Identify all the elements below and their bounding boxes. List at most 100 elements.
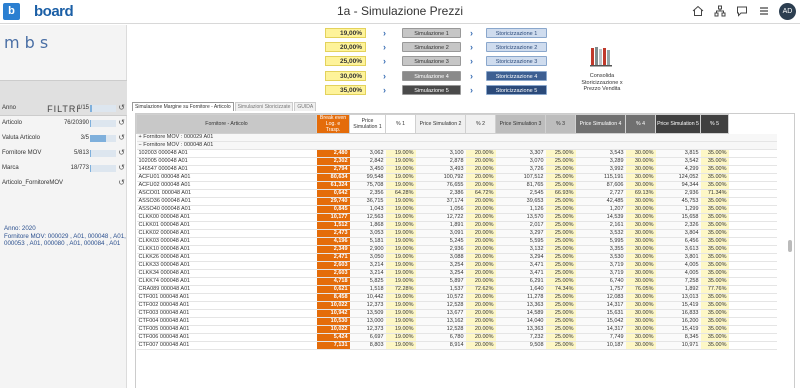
filter-reset-icon[interactable]: ↺: [118, 178, 125, 187]
simulazione-2-button[interactable]: Simulazione 2: [402, 42, 461, 52]
pct-input-2[interactable]: 20,00%: [325, 42, 366, 52]
col-header-price-sim-3[interactable]: Price Simulation 3: [495, 114, 546, 134]
table-row[interactable]: CTF007 000048 A01 7,131 8,803 19.00% 8,914 20…: [136, 341, 777, 350]
table-row[interactable]: CRA089 000048 A01 0,621 1,518 72.28% 1,537 72…: [136, 285, 777, 294]
books-icon[interactable]: [590, 45, 612, 67]
table-row[interactable]: CLKK34 000048 A01 2,603 3,214 19.00% 3,254 20…: [136, 269, 777, 278]
tab-simulazioni-storicizzate[interactable]: Simulazioni Storicizzate: [234, 102, 294, 111]
table-row[interactable]: CLKK03 000048 A01 4,196 5,181 19.00% 5,245 20…: [136, 237, 777, 246]
table-row[interactable]: CLKK26 000048 A01 2,471 3,050 19.00% 3,088 20…: [136, 253, 777, 262]
menu-icon[interactable]: [757, 5, 771, 19]
col-header-pct-2[interactable]: % 2: [465, 114, 496, 134]
col-header-pct-5[interactable]: % 5: [700, 114, 729, 134]
tab-guida[interactable]: GUIDA: [294, 102, 317, 111]
filter-valuta-articolo[interactable]: Valuta Articolo 3/5 ↺: [2, 133, 126, 145]
simulazione-1-button[interactable]: Simulazione 1: [402, 28, 461, 38]
table-row[interactable]: CTF001 000048 A01 8,458 10,442 19.00% 10,572…: [136, 293, 777, 302]
simulazione-3-button[interactable]: Simulazione 3: [402, 56, 461, 66]
table-row[interactable]: CLKK00 000048 A01 10,177 12,563 19.00% 12,72…: [136, 213, 777, 222]
col-header-price-sim-4[interactable]: Price Simulation 4: [575, 114, 626, 134]
table-row[interactable]: CTF003 000048 A01 10,942 13,509 19.00% 13,67…: [136, 309, 777, 318]
table-row[interactable]: 102005 000048 A01 2,302 2,842 19.00% 2,878 20…: [136, 157, 777, 166]
table-row[interactable]: CTF006 000048 A01 5,424 6,697 19.00% 6,780 20…: [136, 333, 777, 342]
pct-input-3[interactable]: 25,00%: [325, 56, 366, 66]
table-row[interactable]: CLKK01 000048 A01 1,512 1,868 19.00% 1,891 20…: [136, 221, 777, 230]
row-spacer: [728, 229, 777, 238]
storicizzazione-5-button[interactable]: Storicizzazione 5: [486, 85, 547, 95]
col-header-pct-1[interactable]: % 1: [385, 114, 416, 134]
table-row[interactable]: ACFU01 000048 A01 80,634 99,548 19.00% 100,7…: [136, 173, 777, 182]
simulazione-5-button[interactable]: Simulazione 5: [402, 85, 461, 95]
table-row[interactable]: CTF002 000048 A01 10,022 12,373 19.00% 12,52…: [136, 301, 777, 310]
group-row[interactable]: + Fornitore MOV : 000029 A01: [136, 133, 777, 142]
storicizzazione-1-button[interactable]: Storicizzazione 1: [486, 28, 547, 38]
table-row[interactable]: CLKK10 000048 A01 2,349 2,900 19.00% 2,936 20…: [136, 245, 777, 254]
filter-fornitore-mov[interactable]: Fornitore MOV 5/813 ↺: [2, 148, 126, 160]
table-row[interactable]: ASCO01 000048 A01 0,642 2,356 64.28% 2,386 64…: [136, 189, 777, 198]
filter-reset-icon[interactable]: ↺: [118, 118, 125, 127]
filter-name: Articolo: [2, 120, 23, 126]
price-sim-4: 3,719: [575, 261, 626, 270]
tab-simulazione-margine[interactable]: Simulazione Margine su Fornitore - Artic…: [132, 102, 234, 111]
row-label: CLKK34 000048 A01: [136, 269, 317, 278]
table-row[interactable]: CLKK33 000048 A01 2,603 3,214 19.00% 3,254 20…: [136, 261, 777, 270]
pct-2: 20.00%: [465, 333, 496, 342]
col-header-pct-4[interactable]: % 4: [625, 114, 656, 134]
filter-articolo[interactable]: Articolo 76/20390 ↺: [2, 118, 126, 130]
home-icon[interactable]: [691, 5, 705, 19]
chat-icon[interactable]: [735, 5, 749, 19]
pct-input-1[interactable]: 19,00%: [325, 28, 366, 38]
table-row[interactable]: ASSO36 000048 A01 29,740 36,715 19.00% 37,17…: [136, 197, 777, 206]
col-header-price-sim-2[interactable]: Price Simulation 2: [415, 114, 466, 134]
pct-1: 19.00%: [385, 317, 416, 326]
col-header-break-even[interactable]: Break even Log. e Trasp.: [316, 114, 350, 134]
filter-reset-icon[interactable]: ↺: [118, 103, 125, 112]
filter-reset-icon[interactable]: ↺: [118, 163, 125, 172]
board-logo-icon[interactable]: b: [3, 3, 20, 20]
avatar[interactable]: AD: [779, 3, 796, 20]
pct-4: 30.00%: [625, 317, 656, 326]
price-sim-2: 3,088: [415, 253, 466, 262]
chevron-right-icon: ›: [470, 71, 473, 81]
chevron-right-icon: ›: [383, 71, 386, 81]
table-row[interactable]: CLKK02 000048 A01 2,473 3,053 19.00% 3,091 20…: [136, 229, 777, 238]
pct-1: 19.00%: [385, 237, 416, 246]
filter-articolo-fornitoremov[interactable]: Articolo_FornitoreMOV ↺: [2, 178, 126, 190]
filter-anno[interactable]: Anno 1/15 ↺: [2, 103, 126, 115]
storicizzazione-2-button[interactable]: Storicizzazione 2: [486, 42, 547, 52]
row-spacer: [728, 285, 777, 294]
group-row[interactable]: − Fornitore MOV : 000048 A01: [136, 141, 777, 150]
col-header-pct-3[interactable]: % 3: [545, 114, 576, 134]
row-label: CLKK26 000048 A01: [136, 253, 317, 262]
table-row[interactable]: CTF005 000048 A01 10,022 12,373 19.00% 12,52…: [136, 325, 777, 334]
tree-icon[interactable]: [713, 5, 727, 19]
table-scrollbar[interactable]: [788, 240, 792, 252]
row-spacer: [728, 149, 777, 158]
storicizzazione-4-button[interactable]: Storicizzazione 4: [486, 71, 547, 81]
table-row[interactable]: ASSO40 000048 A01 0,845 1,043 19.00% 1,056 20…: [136, 205, 777, 214]
price-sim-2: 10,572: [415, 293, 466, 302]
price-sim-2: 100,792: [415, 173, 466, 182]
row-label: CRA089 000048 A01: [136, 285, 317, 294]
pct-input-4[interactable]: 30,00%: [325, 71, 366, 81]
table-row[interactable]: 146547 000048 A01 2,794 3,450 19.00% 3,493 20…: [136, 165, 777, 174]
group-label[interactable]: + Fornitore MOV : 000029 A01: [136, 133, 317, 142]
col-header-price-sim-1[interactable]: Price Simulation 1: [349, 114, 386, 134]
break-even-value: 0,845: [316, 205, 350, 214]
consolida-label[interactable]: Consolida Storicizzazione x Prezzo Vendi…: [574, 73, 630, 93]
storicizzazione-3-button[interactable]: Storicizzazione 3: [486, 56, 547, 66]
pct-input-5[interactable]: 35,00%: [325, 85, 366, 95]
price-sim-2: 3,254: [415, 261, 466, 270]
group-label[interactable]: − Fornitore MOV : 000048 A01: [136, 141, 317, 150]
table-row[interactable]: CTF004 000048 A01 10,530 13,000 19.00% 13,16…: [136, 317, 777, 326]
col-header-price-sim-5[interactable]: Price Simulation 5: [655, 114, 701, 134]
filter-reset-icon[interactable]: ↺: [118, 133, 125, 142]
table-row[interactable]: CLKK74 000048 A01 4,718 5,825 19.00% 5,897 20…: [136, 277, 777, 286]
filter-marca[interactable]: Marca 18/773 ↺: [2, 163, 126, 175]
pct-3: 25.00%: [545, 269, 576, 278]
table-row[interactable]: 102003 000048 A01 2,480 3,062 19.00% 3,100 20…: [136, 149, 777, 158]
col-header-fornitore[interactable]: Fornitore - Articolo: [136, 114, 317, 134]
table-row[interactable]: ACFU02 000048 A01 61,324 75,708 19.00% 76,65…: [136, 181, 777, 190]
filter-reset-icon[interactable]: ↺: [118, 148, 125, 157]
simulazione-4-button[interactable]: Simulazione 4: [402, 71, 461, 81]
